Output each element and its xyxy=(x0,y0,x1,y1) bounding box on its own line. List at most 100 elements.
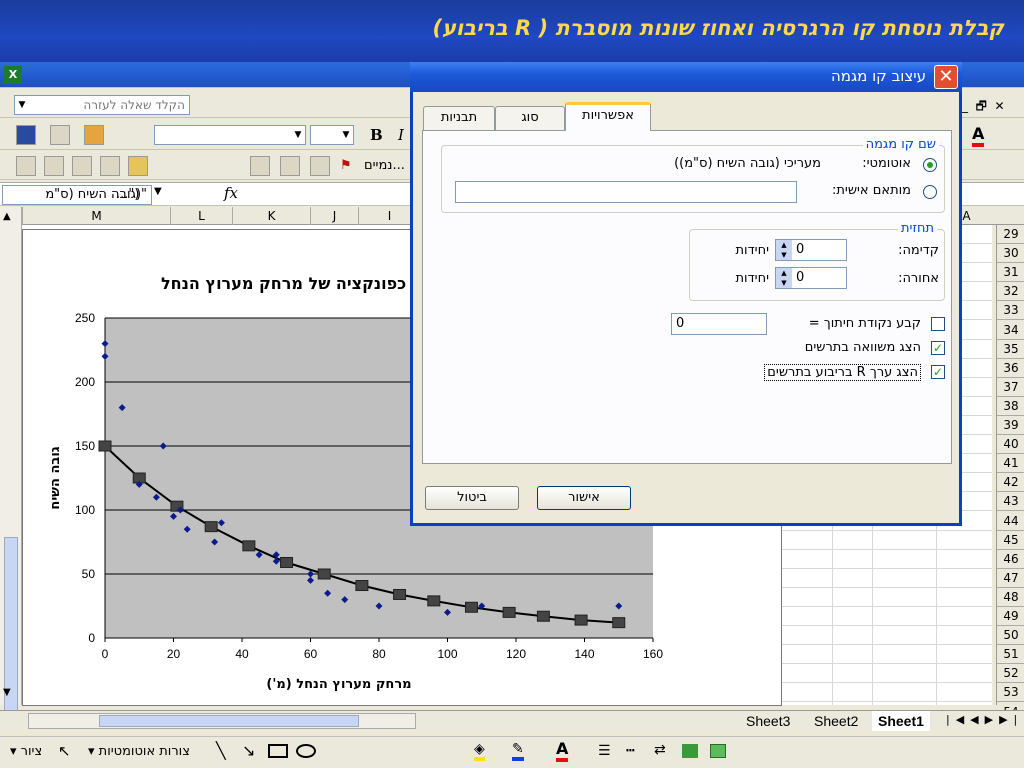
window-controls[interactable]: _ 🗗 ✕ xyxy=(962,97,1005,118)
backward-spinner[interactable]: ▲ ▼ 0 xyxy=(775,267,847,289)
flag-icon[interactable]: ⚑ xyxy=(340,158,352,173)
toolbar-icon-5[interactable] xyxy=(128,156,148,176)
intercept-checkbox[interactable] xyxy=(931,317,945,331)
fx-icon[interactable]: fx xyxy=(224,184,238,202)
row-header[interactable]: 37 xyxy=(997,378,1024,397)
select-pointer-icon[interactable]: ↖ xyxy=(58,742,71,760)
row-header[interactable]: 30 xyxy=(997,244,1024,264)
column-header-l[interactable]: L xyxy=(170,207,232,225)
excel-icon: X xyxy=(4,66,22,84)
row-header[interactable]: 49 xyxy=(997,607,1024,626)
row-header[interactable]: 42 xyxy=(997,473,1024,493)
arrow-icon[interactable]: ↘ xyxy=(242,741,255,760)
dash-style-icon[interactable]: ┅ xyxy=(626,743,634,759)
row-header[interactable]: 31 xyxy=(997,263,1024,283)
y-tick-label: 0 xyxy=(88,631,95,645)
tab-patterns[interactable]: תבניות xyxy=(423,106,495,130)
show-equation-checkbox[interactable]: ✓ xyxy=(931,341,945,355)
toolbar-icon-6[interactable] xyxy=(250,156,270,176)
custom-radio[interactable] xyxy=(923,185,937,199)
scroll-down-icon[interactable]: ▼ xyxy=(3,687,11,698)
chevron-down-icon[interactable]: ▼ xyxy=(154,186,162,197)
line-style-icon[interactable]: ☰ xyxy=(598,743,611,759)
intercept-input[interactable]: 0 xyxy=(671,313,767,335)
show-r2-label: הצג ערך R בריבוע בתרשים xyxy=(764,364,921,381)
auto-radio[interactable] xyxy=(923,158,937,172)
chevron-down-icon[interactable]: ▼ xyxy=(15,96,29,114)
forward-units: יחידות xyxy=(735,243,770,258)
row-header[interactable]: 46 xyxy=(997,550,1024,569)
row-header[interactable]: 51 xyxy=(997,645,1024,665)
sheet-tab-sheet3[interactable]: Sheet3 xyxy=(740,711,796,731)
toolbar-icon-4[interactable] xyxy=(100,156,120,176)
trendline-marker xyxy=(242,540,256,552)
spinner-arrows-icon[interactable]: ▲ ▼ xyxy=(776,268,792,288)
row-header[interactable]: 47 xyxy=(997,569,1024,588)
row-header[interactable]: 52 xyxy=(997,664,1024,684)
italic-icon[interactable]: I xyxy=(398,126,404,144)
spinner-arrows-icon[interactable]: ▲ ▼ xyxy=(776,240,792,260)
row-header[interactable]: 48 xyxy=(997,588,1024,607)
tab-options[interactable]: אפשרויות xyxy=(565,102,651,131)
sheet-nav-arrows-icon[interactable]: |◀◀▶▶| xyxy=(946,713,1023,726)
row-header[interactable]: 43 xyxy=(997,492,1024,512)
h-scroll-thumb[interactable] xyxy=(99,715,359,727)
trendline-marker xyxy=(574,614,588,626)
tab-type[interactable]: סוג xyxy=(495,106,565,130)
arrow-style-icon[interactable]: ⇄ xyxy=(654,742,666,758)
scroll-thumb[interactable] xyxy=(4,537,18,727)
column-header-j[interactable]: J xyxy=(310,207,358,225)
row-header[interactable]: 35 xyxy=(997,340,1024,359)
bold-icon[interactable]: B xyxy=(370,126,383,144)
euro-icon[interactable] xyxy=(50,125,70,145)
cancel-button[interactable]: ביטול xyxy=(425,486,519,510)
vertical-scrollbar[interactable]: ▲ ▼ xyxy=(0,207,22,727)
font-color-icon[interactable]: A xyxy=(972,124,985,147)
row-header[interactable]: 34 xyxy=(997,321,1024,340)
sheet-tab-sheet1[interactable]: Sheet1 xyxy=(872,711,930,731)
column-header-m[interactable]: M xyxy=(22,207,170,225)
rectangle-icon[interactable] xyxy=(268,744,288,758)
row-header[interactable]: 44 xyxy=(997,512,1024,531)
shadow-icon[interactable] xyxy=(682,744,698,758)
autoshapes-menu[interactable]: צורות אוטומטיות ▾ xyxy=(88,744,190,759)
horizontal-scrollbar[interactable] xyxy=(28,713,416,729)
row-header[interactable]: 39 xyxy=(997,416,1024,435)
save-icon[interactable] xyxy=(16,125,36,145)
toolbar-icon-7[interactable] xyxy=(280,156,300,176)
show-r2-checkbox[interactable]: ✓ xyxy=(931,365,945,379)
draw-menu[interactable]: ציור ▾ xyxy=(10,744,42,759)
toolbar-menu-fragment[interactable]: ...נמיים xyxy=(364,158,405,173)
row-header[interactable]: 50 xyxy=(997,626,1024,646)
row-header[interactable]: 53 xyxy=(997,683,1024,703)
close-icon[interactable]: ✕ xyxy=(934,65,958,89)
help-question-box[interactable]: הקלד שאלה לעזרה ▼ xyxy=(14,95,190,115)
3d-icon[interactable] xyxy=(710,744,726,758)
line-color-icon[interactable]: ✎ xyxy=(512,741,524,761)
row-header[interactable]: 40 xyxy=(997,435,1024,455)
row-header[interactable]: 32 xyxy=(997,282,1024,302)
toolbar-icon-1[interactable] xyxy=(16,156,36,176)
forward-spinner[interactable]: ▲ ▼ 0 xyxy=(775,239,847,261)
column-header-k[interactable]: K xyxy=(232,207,310,225)
font-name-select[interactable]: ▼ xyxy=(154,125,306,145)
line-icon[interactable]: ╲ xyxy=(216,741,226,760)
fill-color-icon[interactable]: ◈ xyxy=(474,741,485,761)
sheet-tab-sheet2[interactable]: Sheet2 xyxy=(808,711,864,731)
row-header[interactable]: 45 xyxy=(997,531,1024,550)
oval-icon[interactable] xyxy=(296,744,316,758)
toolbar-icon-2[interactable] xyxy=(44,156,64,176)
row-header[interactable]: 41 xyxy=(997,454,1024,474)
row-header[interactable]: 33 xyxy=(997,301,1024,321)
scroll-up-icon[interactable]: ▲ xyxy=(3,211,11,222)
row-header[interactable]: 29 xyxy=(997,225,1024,244)
toolbar-icon-8[interactable] xyxy=(310,156,330,176)
ok-button[interactable]: אישור xyxy=(537,486,631,510)
row-header[interactable]: 38 xyxy=(997,397,1024,416)
font-color-icon[interactable]: A xyxy=(556,739,569,762)
chart-wizard-icon[interactable] xyxy=(84,125,104,145)
font-size-select[interactable]: ▼ xyxy=(310,125,354,145)
custom-name-input[interactable] xyxy=(455,181,797,203)
toolbar-icon-3[interactable] xyxy=(72,156,92,176)
row-header[interactable]: 36 xyxy=(997,359,1024,378)
